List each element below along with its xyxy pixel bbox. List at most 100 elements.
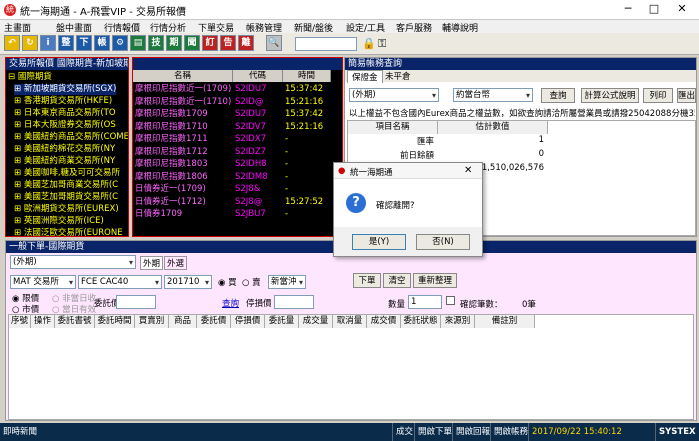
col-name[interactable]: 名稱 <box>133 70 233 82</box>
tab-foreign-options[interactable]: 外選 <box>164 256 188 270</box>
quote-time[interactable]: 15:21:16 <box>285 96 331 108</box>
dialog-close-icon[interactable]: ✕ <box>464 165 472 176</box>
quote-code[interactable]: S2JBU7 <box>235 208 283 220</box>
yes-button[interactable]: 是(Y) <box>352 234 406 250</box>
buy-radio[interactable]: ◉ 買 <box>218 276 237 288</box>
quote-name[interactable]: 摩根印尼指數1712 <box>135 146 233 158</box>
order-col-header[interactable]: 成交價 <box>367 315 401 328</box>
confirm-checkbox[interactable] <box>446 296 455 305</box>
month-select[interactable]: 201710 <box>164 275 212 289</box>
ticket-icon[interactable]: 訂 <box>202 35 218 51</box>
tech-icon[interactable]: 技 <box>148 35 164 51</box>
order-col-header[interactable]: 成交量 <box>299 315 333 328</box>
tab-margin[interactable]: 保證金 <box>347 70 383 83</box>
order-col-header[interactable]: 商品 <box>169 315 197 328</box>
close-button[interactable]: ✕ <box>667 0 697 18</box>
order-market-select[interactable]: (外期) <box>10 255 136 269</box>
quote-time[interactable]: - <box>285 158 331 170</box>
quote-name[interactable]: 摩根印尼指數1710 <box>135 121 233 133</box>
quote-name[interactable]: 日債券1709 <box>135 208 233 220</box>
quote-code[interactable]: S2IDZ7 <box>235 146 283 158</box>
quote-time[interactable]: 15:27:52 <box>285 196 331 208</box>
tab-foreign-futures[interactable]: 外期 <box>140 256 164 270</box>
tree-item[interactable]: ⊞ 新加坡期貨交易所(SGX) <box>14 84 117 95</box>
export-button[interactable]: 匯出 <box>677 88 696 103</box>
status-order[interactable]: 開啟下單 <box>414 423 455 441</box>
quote-time[interactable]: - <box>285 183 331 195</box>
search-icon[interactable]: 🔍 <box>266 35 282 51</box>
quote-name[interactable]: 日債券近一(1709) <box>135 183 233 195</box>
print-button[interactable]: 列印 <box>643 88 673 103</box>
tree-item[interactable]: ⊞ 法國泛歐交易所(EURONE <box>14 228 123 236</box>
tree-item[interactable]: ⊞ 美國咖啡,糖及可可交易所 <box>14 168 120 179</box>
tree-item[interactable]: ⊞ 日本大阪證券交易所(OS <box>14 120 116 131</box>
offset-select[interactable]: 新當沖 <box>268 275 306 289</box>
order-col-header[interactable]: 停損價 <box>231 315 265 328</box>
qty-input[interactable]: 1 <box>408 295 442 309</box>
return-icon[interactable]: ↶ <box>4 35 20 51</box>
order-col-header[interactable]: 委託時間 <box>95 315 135 328</box>
tab-open-position[interactable]: 未平倉 <box>381 70 415 82</box>
quote-name[interactable]: 摩根印尼指數1806 <box>135 171 233 183</box>
price-input[interactable] <box>116 295 156 309</box>
quote-code[interactable]: S2IDU7 <box>235 83 283 95</box>
quote-name[interactable]: 摩根印尼指數1709 <box>135 108 233 120</box>
quote-time[interactable]: 15:21:16 <box>285 121 331 133</box>
notice-icon[interactable]: 告 <box>220 35 236 51</box>
quote-name[interactable]: 日債券近一(1712) <box>135 196 233 208</box>
period-icon[interactable]: 期 <box>166 35 182 51</box>
tree-item[interactable]: ⊞ 美國紐約商業交易所(NY <box>14 156 115 167</box>
quote-name[interactable]: 摩根印尼指數1711 <box>135 133 233 145</box>
quote-name[interactable]: 摩根印尼指數近一(1709) <box>135 83 233 95</box>
order-col-header[interactable]: 備註別 <box>475 315 535 328</box>
clear-button[interactable]: 清空 <box>383 273 411 288</box>
product-select[interactable]: FCE CAC40 <box>78 275 162 289</box>
quote-time[interactable]: 15:37:42 <box>285 108 331 120</box>
quote-name[interactable]: 摩根印尼指數近一(1710) <box>135 96 233 108</box>
tree-item[interactable]: ⊞ 美國芝加哥期貨交易所(C <box>14 192 118 203</box>
order-col-header[interactable]: 買賣別 <box>135 315 169 328</box>
tree-item[interactable]: ⊞ 日本東京商品交易所(TO <box>14 108 116 119</box>
col-code[interactable]: 代碼 <box>233 70 283 82</box>
status-report[interactable]: 開啟回報 <box>452 423 493 441</box>
tree-root[interactable]: ⊟ 國際期貨 <box>8 72 52 83</box>
account-market-select[interactable]: (外期) <box>349 88 439 102</box>
toolbar-search-input[interactable] <box>295 37 357 51</box>
currency-select[interactable]: 約當台幣 <box>453 88 533 102</box>
order-col-header[interactable]: 委託狀態 <box>401 315 441 328</box>
status-fill[interactable]: 成交 <box>392 423 416 441</box>
quote-code[interactable]: S2J8@ <box>235 196 283 208</box>
order-col-header[interactable]: 來源別 <box>441 315 475 328</box>
status-account[interactable]: 開啟帳務 <box>490 423 531 441</box>
tree-item[interactable]: ⊞ 歐洲期貨交易所(EUREX) <box>14 204 119 215</box>
quote-code[interactable]: S2IDX7 <box>235 133 283 145</box>
quote-time[interactable]: 15:37:42 <box>285 83 331 95</box>
news-ticker[interactable]: 即時新聞 <box>0 423 40 441</box>
news-icon[interactable]: i <box>40 35 56 51</box>
chart-icon[interactable]: ▤ <box>130 35 146 51</box>
query-button[interactable]: 查詢 <box>541 88 575 103</box>
quote-time[interactable]: - <box>285 146 331 158</box>
refresh-icon[interactable]: ↻ <box>22 35 38 51</box>
quote-code[interactable]: S2IDU7 <box>235 108 283 120</box>
sell-radio[interactable]: ○ 賣 <box>242 276 261 288</box>
order-col-header[interactable]: 序號 <box>9 315 31 328</box>
key-icon[interactable]: ⚿ <box>378 37 386 51</box>
settings-icon[interactable]: ⚙ <box>112 35 128 51</box>
tree-item[interactable]: ⊞ 英國洲際交易所(ICE) <box>14 216 104 227</box>
lock-icon[interactable]: 🔒 <box>362 37 376 50</box>
quote-time[interactable]: - <box>285 171 331 183</box>
order-col-header[interactable]: 取消量 <box>333 315 367 328</box>
order-col-header[interactable]: 操作 <box>31 315 55 328</box>
col-time[interactable]: 時間 <box>283 70 331 82</box>
quote-time[interactable]: - <box>285 133 331 145</box>
order-icon[interactable]: 下 <box>76 35 92 51</box>
exchange-select[interactable]: MAT 交易所 <box>10 275 76 289</box>
quote-code[interactable]: S2J8& <box>235 183 283 195</box>
quote-code[interactable]: S2ID@ <box>235 96 283 108</box>
account-icon[interactable]: 帳 <box>94 35 110 51</box>
news2-icon[interactable]: 聞 <box>184 35 200 51</box>
tree-item[interactable]: ⊞ 美國芝加哥商業交易所(C <box>14 180 118 191</box>
order-col-header[interactable]: 委託量 <box>265 315 299 328</box>
tree-item[interactable]: ⊞ 美國紐約棉花交易所(NY <box>14 144 115 155</box>
